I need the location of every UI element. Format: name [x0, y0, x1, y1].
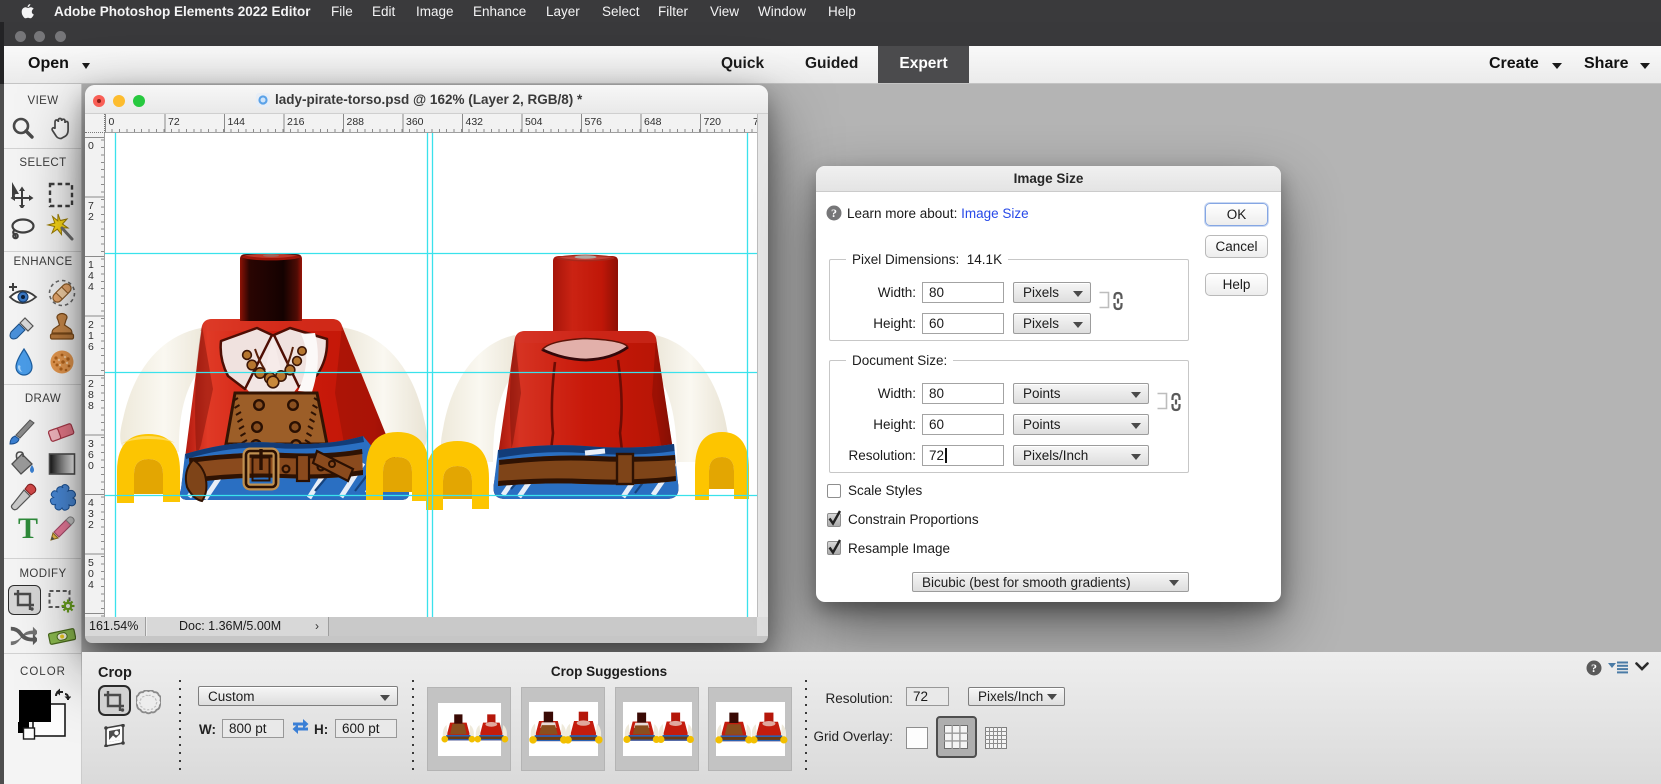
- svg-text:216: 216: [287, 116, 305, 128]
- svg-text:72: 72: [168, 116, 180, 128]
- svg-text:576: 576: [585, 116, 603, 128]
- svg-text:4: 4: [88, 281, 94, 293]
- svg-text:?: ?: [1591, 661, 1597, 675]
- svg-text:144: 144: [228, 116, 246, 128]
- svg-text:2: 2: [88, 519, 94, 531]
- svg-text:720: 720: [704, 116, 722, 128]
- svg-text:2: 2: [88, 211, 94, 223]
- svg-text:432: 432: [466, 116, 484, 128]
- svg-text:288: 288: [347, 116, 365, 128]
- svg-text:8: 8: [88, 400, 94, 412]
- svg-text:0: 0: [88, 460, 94, 472]
- svg-text:0: 0: [109, 116, 115, 128]
- svg-text:?: ?: [831, 206, 837, 220]
- svg-text:4: 4: [88, 579, 94, 591]
- svg-text:504: 504: [525, 116, 543, 128]
- svg-text:6: 6: [88, 341, 94, 353]
- svg-text:648: 648: [644, 116, 662, 128]
- svg-text:360: 360: [406, 116, 424, 128]
- svg-text:0: 0: [88, 140, 94, 152]
